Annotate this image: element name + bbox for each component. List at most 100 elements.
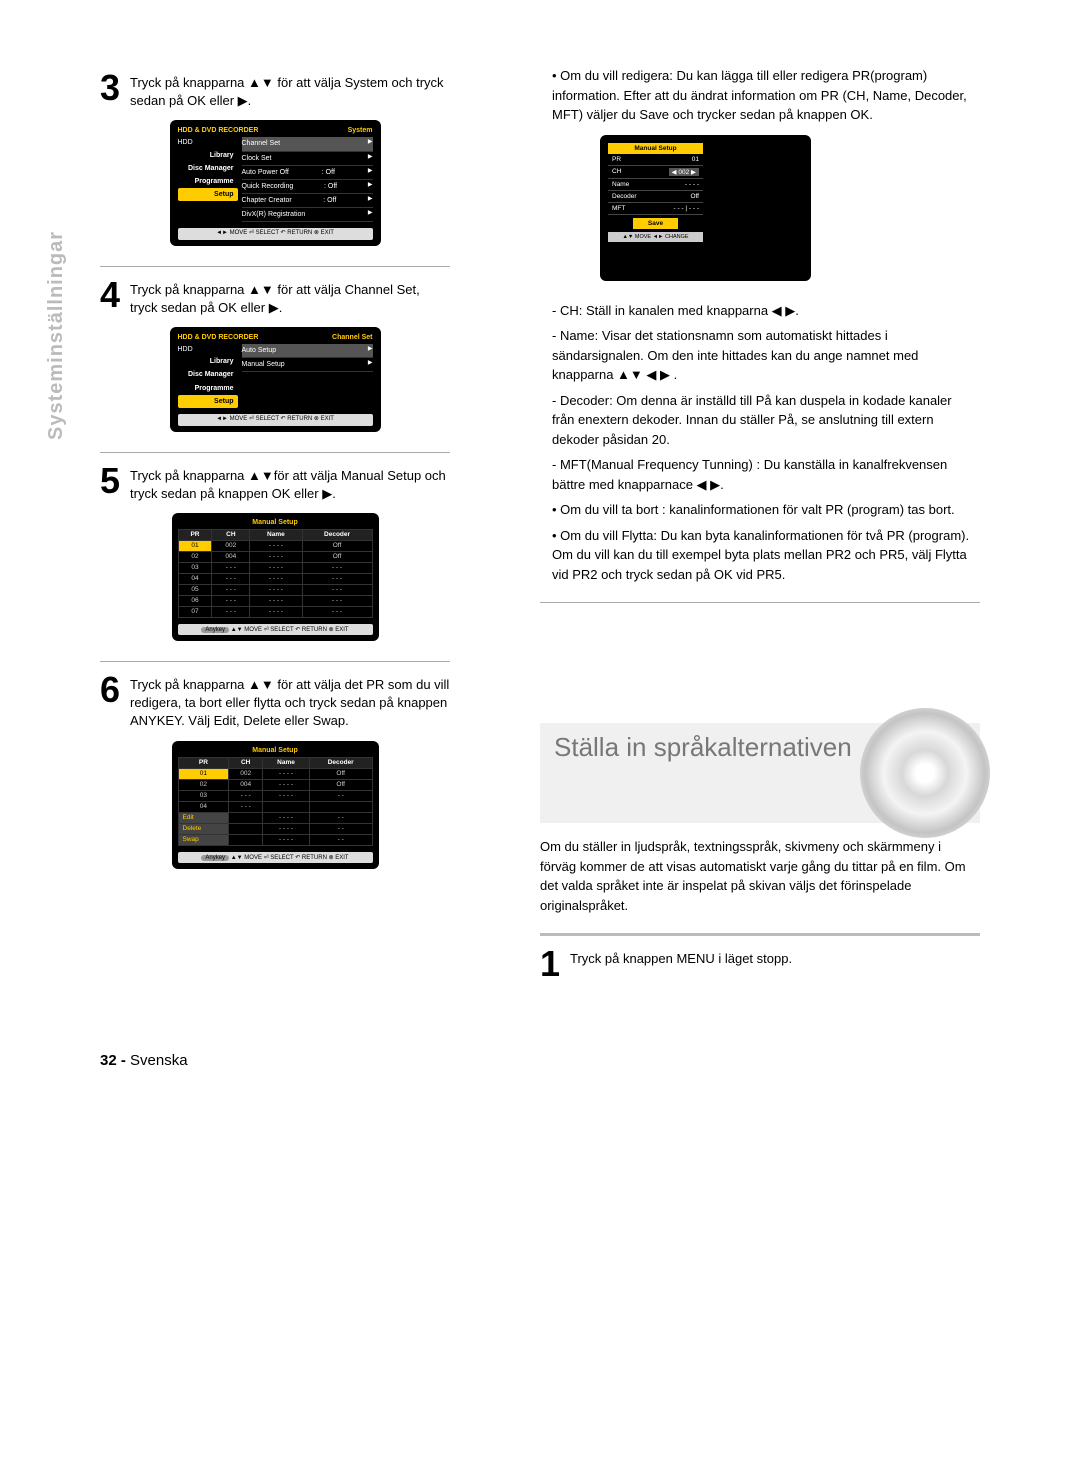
osd-title-right: System <box>348 126 373 135</box>
divider <box>100 452 450 453</box>
bullet-decoder: - Decoder: Om denna är inställd till På … <box>552 391 970 450</box>
step-4: 4 Tryck på knapparna ▲▼ för att välja Ch… <box>100 277 450 317</box>
osd-title-left: HDD & DVD RECORDER <box>178 126 259 135</box>
osd-screen-manual-setup-form: Manual Setup PR01 CH◀ 002 ▶ Name- - - - … <box>600 135 811 281</box>
step-text: Tryck på knappen MENU i läget stopp. <box>570 946 792 982</box>
step-text: Tryck på knapparna ▲▼ för att välja det … <box>130 672 450 731</box>
osd-screen-manual-setup-table: Manual Setup PR CH Name Decoder 01002- -… <box>172 513 379 641</box>
osd-left-item: Disc Manager <box>178 162 238 175</box>
osd-table-title: Manual Setup <box>178 519 373 529</box>
bullet-name: - Name: Visar det stationsnamn som autom… <box>552 326 970 385</box>
osd-footer: Anykey ▲▼ MOVE ⏎ SELECT ↶ RETURN ⊗ EXIT <box>178 624 373 635</box>
page-footer: 32 - Svenska <box>100 992 980 1069</box>
osd-footer: Anykey ▲▼ MOVE ⏎ SELECT ↶ RETURN ⊗ EXIT <box>178 852 373 863</box>
bullet-ch: - CH: Ställ in kanalen med knapparna ◀ ▶… <box>552 301 970 321</box>
section-heading: Ställa in språkalternativen <box>554 733 966 763</box>
table-header: Name <box>250 529 302 540</box>
osd-form-row: Name- - - - <box>608 179 703 191</box>
step-number: 1 <box>540 946 570 982</box>
step-1: 1 Tryck på knappen MENU i läget stopp. <box>540 946 980 982</box>
step-text: Tryck på knapparna ▲▼för att välja Manua… <box>130 463 450 503</box>
osd-left-item-active: Setup <box>178 395 238 408</box>
divider-thick <box>540 933 980 936</box>
osd-table-title: Manual Setup <box>178 747 373 757</box>
osd-left-item: Disc Manager <box>178 368 238 381</box>
page-language: Svenska <box>130 1052 188 1069</box>
table-header: Decoder <box>309 757 372 768</box>
step-5: 5 Tryck på knapparna ▲▼för att välja Man… <box>100 463 450 503</box>
section-intro: Om du ställer in ljudspråk, textningsspr… <box>540 837 980 915</box>
left-column: 3 Tryck på knapparna ▲▼ för att välja Sy… <box>100 60 450 889</box>
bullet-edit: • Om du vill redigera: Du kan lägga till… <box>552 66 970 125</box>
osd-row: Auto Power Off: Off▶ <box>242 166 373 180</box>
osd-title-left: HDD & DVD RECORDER <box>178 333 259 342</box>
table-row: 03- - -- - - -- - - <box>178 562 372 573</box>
table-row: 01002- - - -Off <box>178 768 372 779</box>
osd-screen-channel-set: HDD & DVD RECORDER Channel Set HDD Libra… <box>170 327 381 431</box>
osd-left-item: Programme <box>178 382 238 395</box>
osd-footer: ◄► MOVE ⏎ SELECT ↶ RETURN ⊗ EXIT <box>178 228 373 240</box>
anykey-pill: Anykey <box>201 627 229 633</box>
table-row: 01002- - - -Off <box>178 540 372 551</box>
anykey-pill: Anykey <box>201 855 229 861</box>
divider <box>100 661 450 662</box>
step-number: 5 <box>100 463 130 503</box>
edit-menu-row: Delete- - - -- - <box>178 823 372 834</box>
bullet-mft: - MFT(Manual Frequency Tunning) : Du kan… <box>552 455 970 494</box>
section-heading-band: Ställa in språkalternativen <box>540 723 980 823</box>
table-header: PR <box>178 529 212 540</box>
step-6: 6 Tryck på knapparna ▲▼ för att välja de… <box>100 672 450 731</box>
osd-save-button: Save <box>633 218 678 229</box>
osd-left-item: Programme <box>178 175 238 188</box>
step-number: 3 <box>100 70 130 110</box>
step-number: 4 <box>100 277 130 317</box>
table-row: 04- - -- - - -- - - <box>178 573 372 584</box>
step-text: Tryck på knapparna ▲▼ för att välja Chan… <box>130 277 450 317</box>
osd-form-row: PR01 <box>608 154 703 166</box>
osd-row: Channel Set▶ <box>242 137 373 151</box>
osd-form-row: DecoderOff <box>608 191 703 203</box>
page-number: 32 - <box>100 1052 126 1069</box>
table-row: 02004- - - -Off <box>178 551 372 562</box>
osd-form-footer: ▲▼ MOVE ◄► CHANGE <box>608 232 703 242</box>
osd-row: Quick Recording: Off▶ <box>242 180 373 194</box>
osd-form-row: MFT- - - | - - - <box>608 203 703 215</box>
osd-footer: ◄► MOVE ⏎ SELECT ↶ RETURN ⊗ EXIT <box>178 414 373 426</box>
osd-row: Chapter Creator: Off▶ <box>242 194 373 208</box>
bullet-delete: • Om du vill ta bort : kanalinformatione… <box>552 500 970 520</box>
table-row: 06- - -- - - -- - - <box>178 595 372 606</box>
step-number: 6 <box>100 672 130 731</box>
bullet-move: • Om du vill Flytta: Du kan byta kanalin… <box>552 526 970 585</box>
osd-left-item-active: Setup <box>178 188 238 201</box>
step-3: 3 Tryck på knapparna ▲▼ för att välja Sy… <box>100 70 450 110</box>
table-header: Decoder <box>302 529 372 540</box>
table-header: PR <box>178 757 229 768</box>
table-row: 07- - -- - - -- - - <box>178 606 372 617</box>
edit-menu-row: Edit- - - -- - <box>178 812 372 823</box>
osd-left-item: Library <box>178 355 238 368</box>
osd-screen-system: HDD & DVD RECORDER System HDD Library Di… <box>170 120 381 245</box>
osd-row: Clock Set▶ <box>242 152 373 166</box>
table-header: CH <box>229 757 263 768</box>
osd-row: Auto Setup▶ <box>242 344 373 358</box>
osd-form-row-active: CH◀ 002 ▶ <box>608 166 703 179</box>
osd-left-item: Library <box>178 149 238 162</box>
divider <box>540 602 980 603</box>
table-header: Name <box>263 757 310 768</box>
table-row: 02004- - - -Off <box>178 779 372 790</box>
osd-row: Manual Setup▶ <box>242 358 373 372</box>
osd-hdd-label: HDD <box>178 137 238 148</box>
table-row: 03- - -- - - -- - <box>178 790 372 801</box>
sidebar-vertical-label: Systeminställningar <box>45 231 68 440</box>
osd-row: DivX(R) Registration▶ <box>242 208 373 222</box>
osd-form-title: Manual Setup <box>608 143 703 154</box>
table-row: 05- - -- - - -- - - <box>178 584 372 595</box>
table-header: CH <box>212 529 250 540</box>
right-column: • Om du vill redigera: Du kan lägga till… <box>540 60 980 992</box>
divider <box>100 266 450 267</box>
osd-hdd-label: HDD <box>178 344 238 355</box>
osd-title-right: Channel Set <box>332 333 372 342</box>
edit-menu-row: Swap- - - -- - <box>178 834 372 845</box>
table-row: 04- - - <box>178 801 372 812</box>
step-text: Tryck på knapparna ▲▼ för att välja Syst… <box>130 70 450 110</box>
